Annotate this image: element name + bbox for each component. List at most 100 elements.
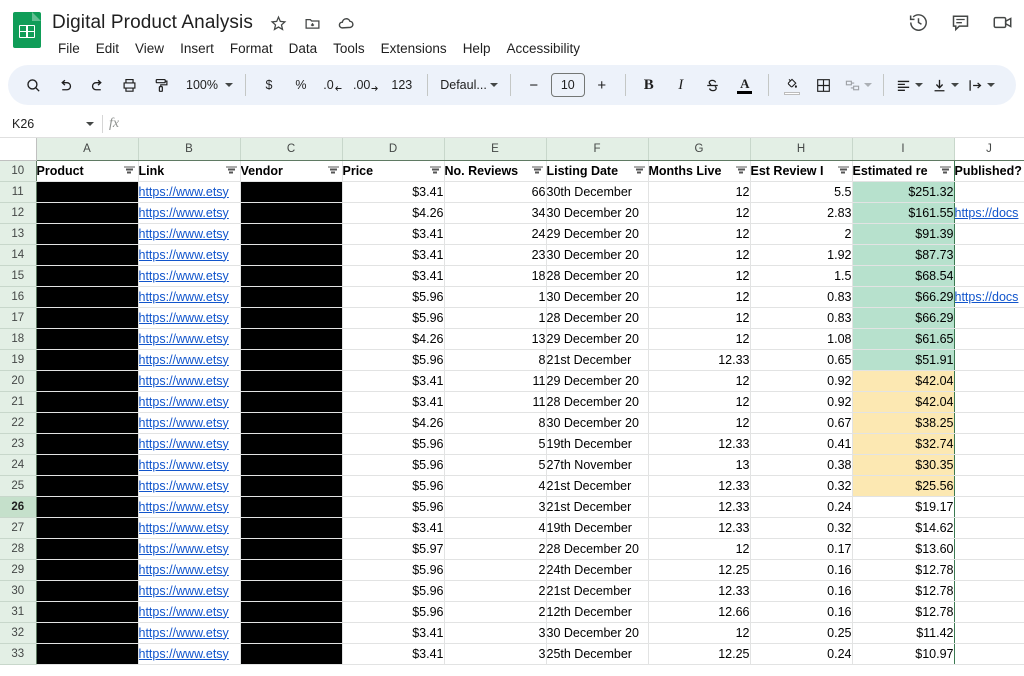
row-number-14[interactable]: 14 [0, 244, 37, 266]
cell-published[interactable] [954, 244, 1024, 266]
cell-price[interactable]: $3.41 [342, 391, 445, 413]
cell-price[interactable]: $5.97 [342, 538, 445, 560]
cell-published[interactable] [954, 181, 1024, 203]
cell-months-live[interactable]: 12 [648, 307, 751, 329]
video-call-icon[interactable] [990, 10, 1014, 34]
cell-vendor[interactable] [240, 244, 343, 266]
cell-vendor[interactable] [240, 517, 343, 539]
cell-price[interactable]: $3.41 [342, 622, 445, 644]
etsy-link[interactable]: https://www.etsy [139, 437, 229, 451]
header-cell-listing-date[interactable]: Listing Date [546, 160, 649, 182]
row-number-30[interactable]: 30 [0, 580, 37, 602]
currency-format-button[interactable]: $ [254, 70, 284, 100]
cell-published[interactable] [954, 307, 1024, 329]
fill-color-icon[interactable] [777, 70, 807, 100]
cell-reviews[interactable]: 11 [444, 370, 547, 392]
cell-months-live[interactable]: 12 [648, 244, 751, 266]
cell-link[interactable]: https://www.etsy [138, 370, 241, 392]
cell-product[interactable] [36, 580, 139, 602]
cell-estimated-revenue[interactable]: $13.60 [852, 538, 955, 560]
cell-product[interactable] [36, 643, 139, 665]
menu-help[interactable]: Help [455, 38, 499, 60]
cell-vendor[interactable] [240, 643, 343, 665]
cell-product[interactable] [36, 601, 139, 623]
column-header-h[interactable]: H [750, 138, 853, 161]
cell-reviews[interactable]: 23 [444, 244, 547, 266]
cell-months-live[interactable]: 12 [648, 286, 751, 308]
cell-reviews[interactable]: 3 [444, 496, 547, 518]
cell-est-review[interactable]: 0.67 [750, 412, 853, 434]
cell-listing-date[interactable]: 30th December [546, 181, 649, 203]
cell-published[interactable] [954, 370, 1024, 392]
cell-est-review[interactable]: 2 [750, 223, 853, 245]
cell-vendor[interactable] [240, 538, 343, 560]
cell-estimated-revenue[interactable]: $19.17 [852, 496, 955, 518]
cell-listing-date[interactable]: 28 December 20 [546, 538, 649, 560]
cell-reviews[interactable]: 8 [444, 349, 547, 371]
cell-product[interactable] [36, 244, 139, 266]
etsy-link[interactable]: https://www.etsy [139, 542, 229, 556]
cell-vendor[interactable] [240, 559, 343, 581]
more-formats-button[interactable]: 123 [384, 70, 419, 100]
cell-reviews[interactable]: 2 [444, 538, 547, 560]
cell-est-review[interactable]: 2.83 [750, 202, 853, 224]
cell-reviews[interactable]: 11 [444, 391, 547, 413]
cell-vendor[interactable] [240, 622, 343, 644]
cell-listing-date[interactable]: 30 December 20 [546, 244, 649, 266]
cell-link[interactable]: https://www.etsy [138, 559, 241, 581]
etsy-link[interactable]: https://www.etsy [139, 206, 229, 220]
formula-input[interactable] [129, 110, 1024, 137]
cell-listing-date[interactable]: 19th December [546, 517, 649, 539]
cell-published[interactable] [954, 328, 1024, 350]
etsy-link[interactable]: https://www.etsy [139, 374, 229, 388]
cell-est-review[interactable]: 0.16 [750, 580, 853, 602]
menu-format[interactable]: Format [222, 38, 281, 60]
cell-link[interactable]: https://www.etsy [138, 286, 241, 308]
cell-vendor[interactable] [240, 601, 343, 623]
cell-link[interactable]: https://www.etsy [138, 244, 241, 266]
star-icon[interactable] [269, 13, 289, 33]
cell-estimated-revenue[interactable]: $251.32 [852, 181, 955, 203]
cell-price[interactable]: $5.96 [342, 580, 445, 602]
cell-listing-date[interactable]: 30 December 20 [546, 286, 649, 308]
cell-estimated-revenue[interactable]: $161.55 [852, 202, 955, 224]
cell-published[interactable] [954, 580, 1024, 602]
header-cell-product[interactable]: Product [36, 160, 139, 182]
cell-vendor[interactable] [240, 349, 343, 371]
cell-published[interactable] [954, 391, 1024, 413]
cell-listing-date[interactable]: 30 December 20 [546, 622, 649, 644]
cell-product[interactable] [36, 181, 139, 203]
cell-estimated-revenue[interactable]: $66.29 [852, 307, 955, 329]
cell-listing-date[interactable]: 21st December [546, 580, 649, 602]
etsy-link[interactable]: https://www.etsy [139, 332, 229, 346]
filter-icon[interactable] [837, 166, 849, 175]
header-cell-vendor[interactable]: Vendor [240, 160, 343, 182]
cell-vendor[interactable] [240, 181, 343, 203]
cell-vendor[interactable] [240, 202, 343, 224]
cell-months-live[interactable]: 12 [648, 370, 751, 392]
cell-price[interactable]: $3.41 [342, 244, 445, 266]
header-cell-reviews[interactable]: No. Reviews [444, 160, 547, 182]
etsy-link[interactable]: https://www.etsy [139, 185, 229, 199]
menu-edit[interactable]: Edit [88, 38, 127, 60]
cell-months-live[interactable]: 12.33 [648, 475, 751, 497]
cell-listing-date[interactable]: 27th November [546, 454, 649, 476]
column-header-e[interactable]: E [444, 138, 547, 161]
cell-est-review[interactable]: 0.92 [750, 391, 853, 413]
cell-price[interactable]: $5.96 [342, 601, 445, 623]
cell-estimated-revenue[interactable]: $12.78 [852, 559, 955, 581]
cell-estimated-revenue[interactable]: $42.04 [852, 391, 955, 413]
etsy-link[interactable]: https://www.etsy [139, 647, 229, 661]
cell-est-review[interactable]: 1.92 [750, 244, 853, 266]
cell-vendor[interactable] [240, 391, 343, 413]
cell-estimated-revenue[interactable]: $12.78 [852, 580, 955, 602]
cell-link[interactable]: https://www.etsy [138, 223, 241, 245]
font-size-input[interactable]: 10 [550, 73, 585, 97]
cell-vendor[interactable] [240, 454, 343, 476]
cell-listing-date[interactable]: 24th December [546, 559, 649, 581]
row-number-21[interactable]: 21 [0, 391, 37, 413]
cell-estimated-revenue[interactable]: $10.97 [852, 643, 955, 665]
cell-estimated-revenue[interactable]: $12.78 [852, 601, 955, 623]
cell-months-live[interactable]: 12 [648, 265, 751, 287]
cell-reviews[interactable]: 2 [444, 580, 547, 602]
